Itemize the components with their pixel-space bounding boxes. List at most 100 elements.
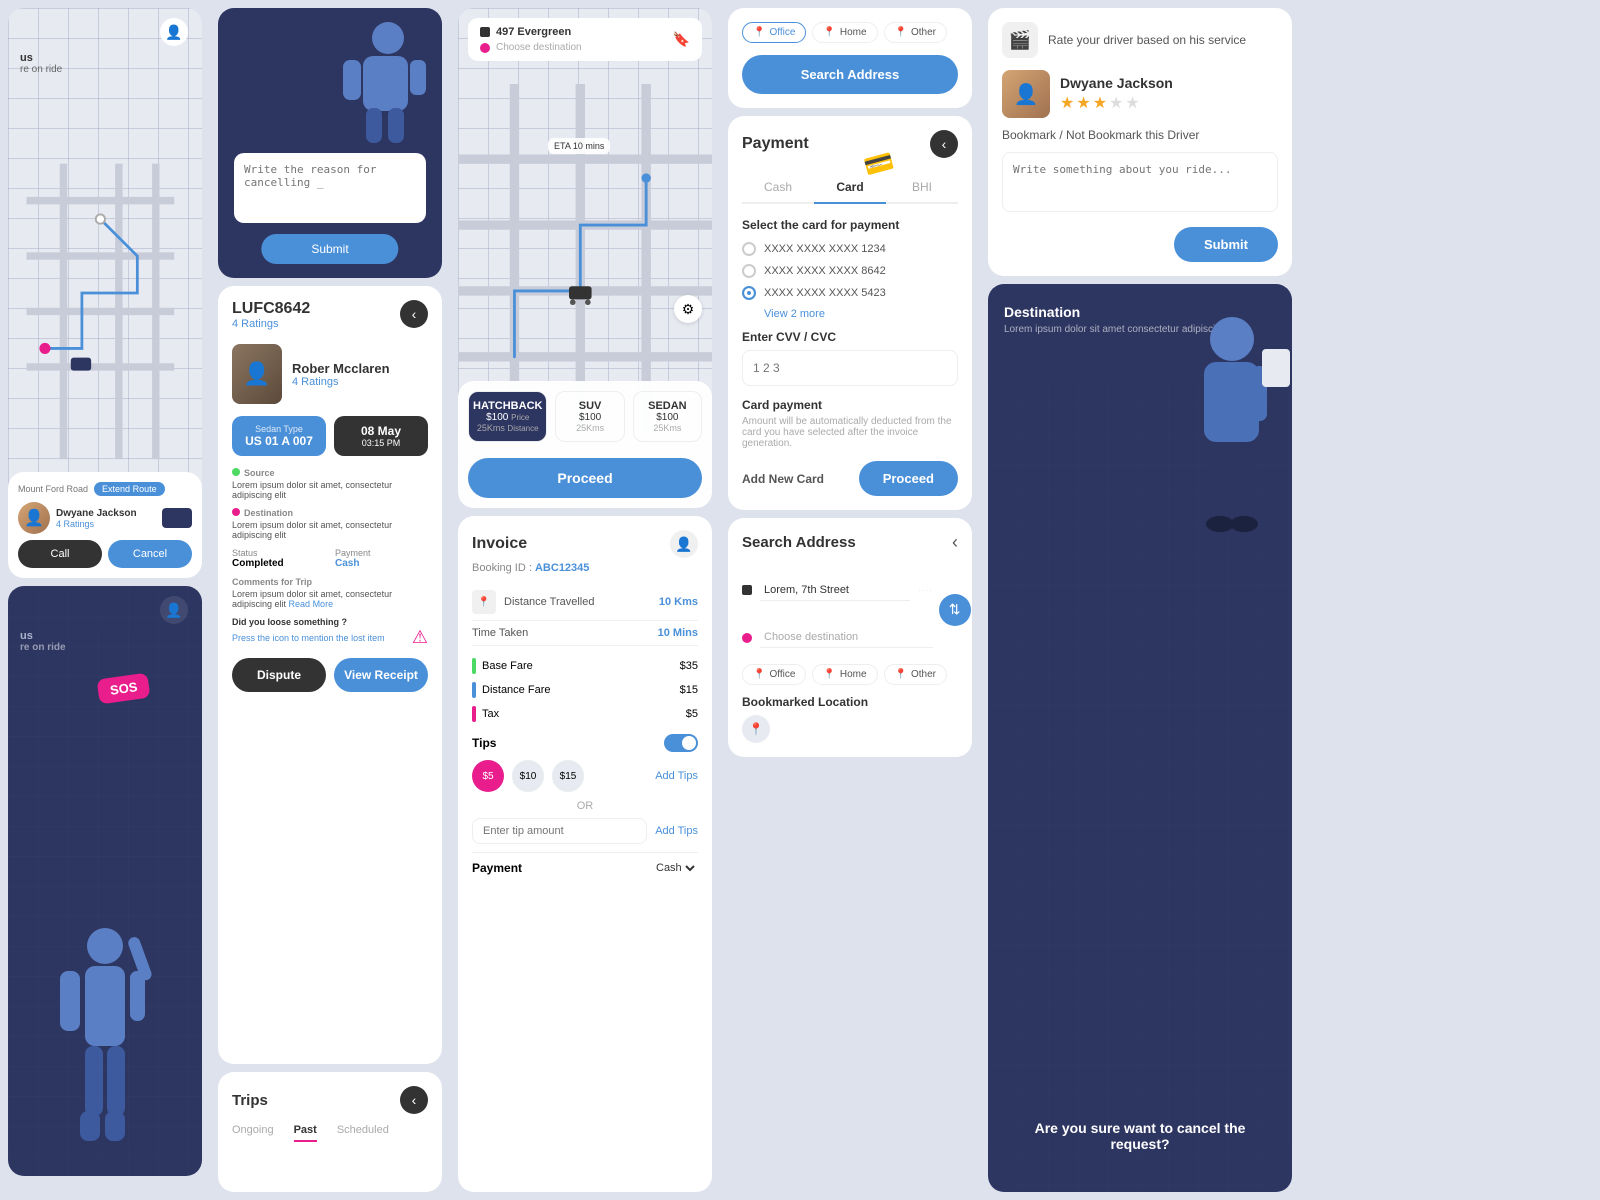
driver-review-name: Dwyane Jackson bbox=[1060, 75, 1278, 91]
tip-10-btn[interactable]: $10 bbox=[512, 760, 544, 792]
sa-other-icon: 📍 bbox=[895, 669, 907, 680]
view-more-link[interactable]: View 2 more bbox=[764, 308, 958, 320]
read-more-link[interactable]: Read More bbox=[289, 599, 334, 609]
payment-select[interactable]: Cash Card bbox=[652, 861, 698, 875]
sa-close-btn[interactable]: ‹ bbox=[952, 532, 958, 553]
trips-tab-ongoing[interactable]: Ongoing bbox=[232, 1124, 274, 1142]
booking-time: 03:15 PM bbox=[342, 438, 420, 448]
trips-tab-scheduled[interactable]: Scheduled bbox=[337, 1124, 389, 1142]
add-tips-btn-2[interactable]: Add Tips bbox=[655, 825, 698, 837]
add-new-card-link[interactable]: Add New Card bbox=[742, 472, 824, 486]
sa-dest-input[interactable] bbox=[760, 627, 933, 648]
radio-3[interactable] bbox=[742, 286, 756, 300]
loc-tab-home[interactable]: 📍 Home bbox=[812, 22, 877, 43]
home-pin-icon: 📍 bbox=[823, 27, 835, 38]
tip-15-btn[interactable]: $15 bbox=[552, 760, 584, 792]
cancel-submit-btn[interactable]: Submit bbox=[261, 234, 398, 264]
booking-date: 08 May bbox=[342, 424, 420, 438]
sa-loc-home[interactable]: 📍 Home bbox=[812, 664, 877, 685]
invoice-header: Invoice 👤 bbox=[472, 530, 698, 558]
booking-detail-card: LUFC8642 4 Ratings ‹ 👤 Rober Mcclaren 4 … bbox=[218, 286, 442, 1064]
review-textarea[interactable] bbox=[1002, 152, 1278, 212]
bookmark-icon[interactable]: 🔖 bbox=[673, 31, 690, 48]
vehicle-tab-suv[interactable]: SUV $100 25Kms bbox=[555, 391, 624, 442]
booking-back-btn[interactable]: ‹ bbox=[400, 300, 428, 328]
cancel-textarea-wrap[interactable] bbox=[234, 153, 426, 228]
stars-row: ★ ★ ★ ★ ★ bbox=[1060, 93, 1278, 113]
payment-bottom-row: Add New Card Proceed bbox=[742, 461, 958, 496]
star-1[interactable]: ★ bbox=[1060, 93, 1074, 113]
dist-fare-val: $15 bbox=[680, 684, 698, 696]
driver-review-info: Dwyane Jackson ★ ★ ★ ★ ★ bbox=[1060, 75, 1278, 113]
sa-loc-other[interactable]: 📍 Other bbox=[884, 664, 947, 685]
lost-icon[interactable]: ⚠ bbox=[412, 627, 428, 648]
payment-row-bottom: Payment Cash Card bbox=[472, 852, 698, 875]
sa-origin-row: ···· bbox=[742, 565, 933, 615]
proceed-btn[interactable]: Proceed bbox=[468, 458, 702, 498]
star-4[interactable]: ★ bbox=[1109, 93, 1123, 113]
star-2[interactable]: ★ bbox=[1076, 93, 1090, 113]
tip-5-btn[interactable]: $5 bbox=[472, 760, 504, 792]
dispute-btn[interactable]: Dispute bbox=[232, 658, 326, 692]
cancel-illustration bbox=[218, 8, 442, 148]
lost-text[interactable]: Press the icon to mention the lost item bbox=[232, 633, 385, 643]
tips-toggle[interactable] bbox=[664, 734, 698, 752]
bookmark-driver-link[interactable]: Bookmark / Not Bookmark this Driver bbox=[1002, 128, 1278, 142]
driver-avatar-lg: 👤 bbox=[1002, 70, 1050, 118]
destination-input[interactable]: Choose destination bbox=[496, 42, 582, 53]
search-address-top: 📍 Office 📍 Home 📍 Other Search Address bbox=[728, 8, 972, 108]
extend-route-btn[interactable]: Extend Route bbox=[94, 482, 165, 496]
trips-back-btn[interactable]: ‹ bbox=[400, 1086, 428, 1114]
star-5[interactable]: ★ bbox=[1125, 93, 1139, 113]
card-payment-desc: Amount will be automatically deducted fr… bbox=[742, 416, 958, 449]
tips-label: Tips bbox=[472, 736, 496, 750]
column-5: 🎬 Rate your driver based on his service … bbox=[980, 0, 1300, 1200]
sa-origin-input[interactable] bbox=[760, 580, 910, 601]
other-pin-icon: 📍 bbox=[895, 27, 907, 38]
cancel-reason-input[interactable] bbox=[234, 153, 426, 223]
distance-value: 10 Kms bbox=[659, 596, 698, 608]
trips-tab-past[interactable]: Past bbox=[294, 1124, 317, 1142]
add-tips-btn[interactable]: Add Tips bbox=[655, 770, 698, 782]
radio-2[interactable] bbox=[742, 264, 756, 278]
sa-header: Search Address ‹ bbox=[742, 532, 958, 553]
booking-id-row: Booking ID : ABC12345 bbox=[472, 562, 698, 574]
driver-name-sm: Dwyane Jackson bbox=[56, 508, 137, 519]
cvv-input[interactable] bbox=[742, 350, 958, 386]
bookmarked-icon[interactable]: 📍 bbox=[742, 715, 770, 743]
card-payment-label: Card payment bbox=[742, 398, 958, 412]
radio-1[interactable] bbox=[742, 242, 756, 256]
view-receipt-btn[interactable]: View Receipt bbox=[334, 658, 428, 692]
tip-amount-input[interactable] bbox=[472, 818, 647, 844]
bookmarked-section: Bookmarked Location 📍 bbox=[742, 695, 958, 743]
payment-proceed-btn[interactable]: Proceed bbox=[859, 461, 958, 496]
vehicle-overlay: HATCHBACK $100 Price 25Kms Distance SUV … bbox=[458, 381, 712, 508]
column-1: 👤 us re on ride Mount Ford Road Extend R… bbox=[0, 0, 210, 1200]
sa-loc-office[interactable]: 📍 Office bbox=[742, 664, 806, 685]
swap-btn[interactable]: ⇅ bbox=[939, 594, 971, 626]
rating-submit-btn[interactable]: Submit bbox=[1174, 227, 1278, 262]
star-3[interactable]: ★ bbox=[1093, 93, 1107, 113]
sa-dest-row bbox=[742, 627, 933, 648]
pay-tab-cash[interactable]: Cash bbox=[742, 172, 814, 204]
pay-tab-bhi[interactable]: BHI bbox=[886, 172, 958, 204]
dist-fare-label: Distance Fare bbox=[482, 684, 550, 696]
booking-actions: Dispute View Receipt bbox=[232, 658, 428, 692]
pay-tab-card[interactable]: Card 💳 bbox=[814, 172, 886, 204]
comments-section: Comments for Trip Lorem ipsum dolor sit … bbox=[232, 577, 428, 609]
bookmarked-label: Bookmarked Location bbox=[742, 695, 958, 709]
time-value: 10 Mins bbox=[658, 627, 698, 639]
payment-back-btn[interactable]: ‹ bbox=[930, 130, 958, 158]
call-button[interactable]: Call bbox=[18, 540, 102, 568]
driver-name: Rober Mcclaren bbox=[292, 361, 428, 376]
vehicle-tab-sedan[interactable]: SEDAN $100 25Kms bbox=[633, 391, 702, 442]
loc-tab-other[interactable]: 📍 Other bbox=[884, 22, 947, 43]
tax-label: Tax bbox=[482, 708, 499, 720]
cvv-label: Enter CVV / CVC bbox=[742, 330, 958, 344]
loc-tab-office[interactable]: 📍 Office bbox=[742, 22, 806, 43]
settings-icon[interactable]: ⚙ bbox=[674, 295, 702, 323]
payment-card: Payment ‹ Cash Card 💳 BHI Select the car… bbox=[728, 116, 972, 510]
vehicle-tab-hatchback[interactable]: HATCHBACK $100 Price 25Kms Distance bbox=[468, 391, 547, 442]
search-address-btn[interactable]: Search Address bbox=[742, 55, 958, 94]
cancel-button[interactable]: Cancel bbox=[108, 540, 192, 568]
